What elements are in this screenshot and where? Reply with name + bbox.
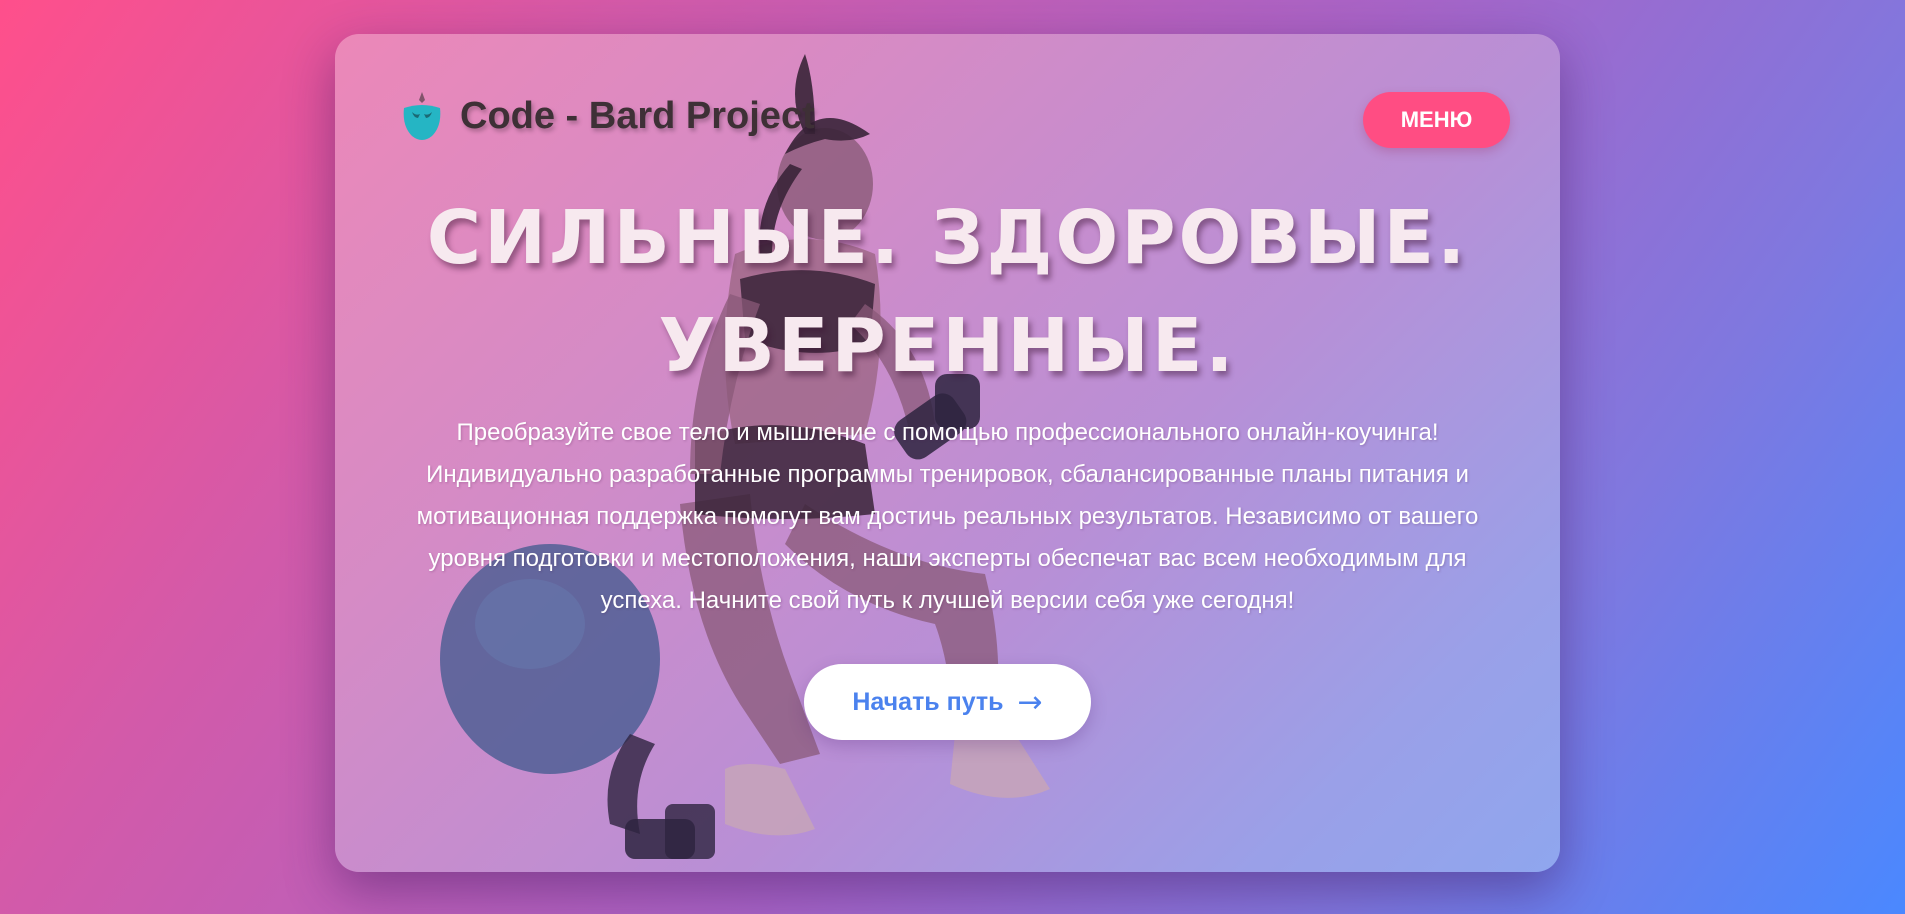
mask-logo-icon (403, 92, 441, 140)
hero-title-line-1: СИЛЬНЫЕ. ЗДОРОВЫЕ. (426, 195, 1469, 281)
menu-button[interactable]: МЕНЮ (1363, 92, 1510, 148)
hero-card: Code - Bard Project МЕНЮ СИЛЬНЫЕ. ЗДОРОВ… (335, 34, 1560, 872)
hero-description: Преобразуйте свое тело и мышление с помо… (416, 419, 1479, 614)
arrow-right-icon: → (1017, 684, 1043, 720)
site-header: Code - Bard Project МЕНЮ (400, 90, 1510, 150)
start-journey-button[interactable]: Начать путь → (804, 664, 1091, 740)
brand-name: Code - Bard Project (460, 94, 815, 137)
start-journey-label: Начать путь (852, 687, 1004, 716)
hero-title-line-2: УВЕРЕННЫЕ. (658, 303, 1237, 389)
hero-title: СИЛЬНЫЕ. ЗДОРОВЫЕ. УВЕРЕННЫЕ. (335, 184, 1560, 400)
brand[interactable]: Code - Bard Project (400, 90, 815, 142)
